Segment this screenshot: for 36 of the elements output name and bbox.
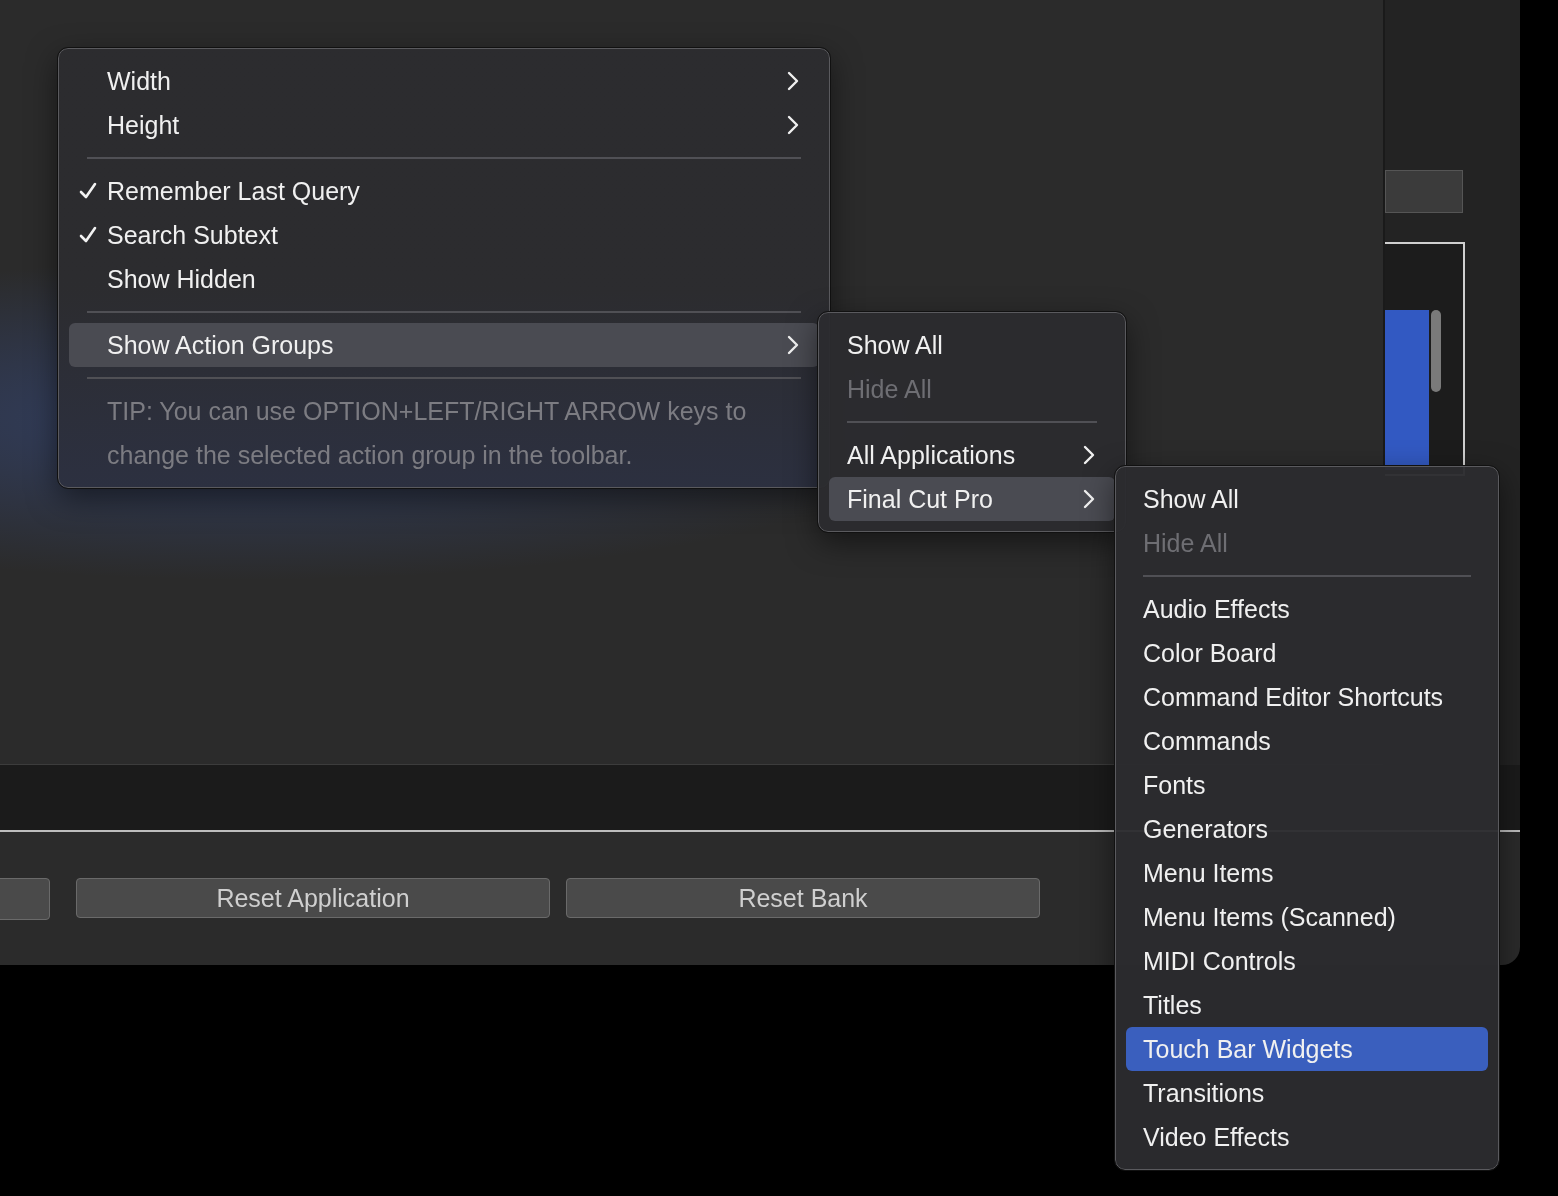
partial-button[interactable] <box>0 878 50 920</box>
checkmark-icon <box>79 226 97 244</box>
menu-item[interactable]: Commands <box>1126 719 1488 763</box>
menu-item[interactable]: Height <box>69 103 819 147</box>
menu-item[interactable]: Show All <box>829 323 1115 367</box>
menu-item[interactable]: Search Subtext <box>69 213 819 257</box>
menu-item[interactable]: Generators <box>1126 807 1488 851</box>
menu-item[interactable]: Fonts <box>1126 763 1488 807</box>
menu-item[interactable]: Width <box>69 59 819 103</box>
menu-item[interactable]: Color Board <box>1126 631 1488 675</box>
menu-item[interactable]: Show Hidden <box>69 257 819 301</box>
reset-button[interactable]: Reset Bank <box>566 878 1040 918</box>
chevron-right-icon <box>787 335 799 355</box>
tip-text: TIP: You can use OPTION+LEFT/RIGHT ARROW keys to change the selected action group in the toolbar. <box>106 396 748 471</box>
menu-item[interactable]: Show All <box>1126 477 1488 521</box>
scrollbar-thumb[interactable] <box>1431 310 1441 392</box>
menu-item[interactable]: Menu Items <box>1126 851 1488 895</box>
reset-button[interactable]: Reset Application <box>76 878 550 918</box>
checkmark-icon <box>79 182 97 200</box>
menu-item[interactable]: Menu Items (Scanned) <box>1126 895 1488 939</box>
menu-item[interactable]: Touch Bar Widgets <box>1126 1027 1488 1071</box>
menu-item[interactable]: Show Action Groups <box>69 323 819 367</box>
menu-item[interactable]: Transitions <box>1126 1071 1488 1115</box>
chevron-right-icon <box>787 71 799 91</box>
menu-item[interactable]: MIDI Controls <box>1126 939 1488 983</box>
menu-item[interactable]: Titles <box>1126 983 1488 1027</box>
menu-item[interactable]: Audio Effects <box>1126 587 1488 631</box>
menu-item[interactable]: All Applications <box>829 433 1115 477</box>
menu-item[interactable]: Remember Last Query <box>69 169 819 213</box>
menu-item[interactable]: Video Effects <box>1126 1115 1488 1159</box>
menu-item[interactable]: Command Editor Shortcuts <box>1126 675 1488 719</box>
menu-item[interactable]: Final Cut Pro <box>829 477 1115 521</box>
chevron-right-icon <box>1083 489 1095 509</box>
chevron-right-icon <box>1083 445 1095 465</box>
chevron-right-icon <box>787 115 799 135</box>
text-field[interactable] <box>1385 170 1463 213</box>
